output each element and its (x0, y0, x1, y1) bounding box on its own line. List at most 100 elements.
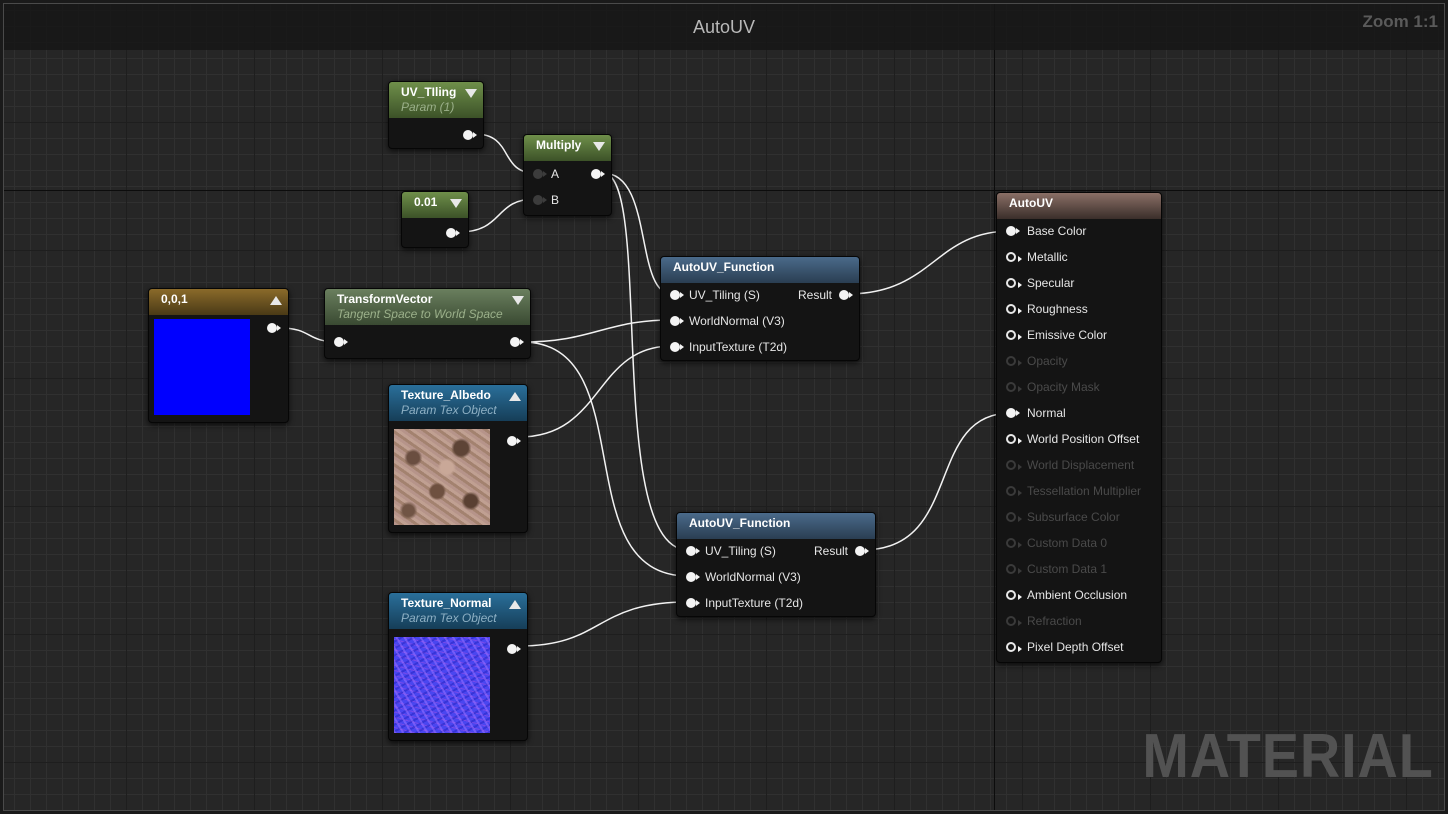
uv-tiling-param-node[interactable]: UV_TIling Param (1) (388, 81, 484, 149)
node-title: TransformVector (337, 292, 433, 306)
input-label: InputTexture (T2d) (689, 340, 788, 354)
material-input-pin (1006, 460, 1022, 470)
collapse-arrow-icon[interactable] (509, 392, 521, 401)
input-pin-world-normal[interactable] (670, 316, 684, 326)
collapse-arrow-icon[interactable] (465, 89, 477, 98)
material-graph-canvas[interactable]: AutoUV Zoom 1:1 MATERIAL UV_TIling Param… (3, 3, 1445, 811)
zoom-level-label: Zoom 1:1 (1362, 12, 1438, 31)
output-pin[interactable] (507, 436, 521, 446)
autouv-function-node-1[interactable]: AutoUV_Function UV_Tiling (S) Result Wor… (660, 256, 860, 361)
material-input-pin (1006, 538, 1022, 548)
material-input-pin (1006, 512, 1022, 522)
autouv-function-node-2[interactable]: AutoUV_Function UV_Tiling (S) Result Wor… (676, 512, 876, 617)
material-input-pin[interactable] (1006, 304, 1022, 314)
material-output-node[interactable]: AutoUV Base Color Metallic Specular Roughne… (996, 192, 1162, 663)
material-input-pin[interactable] (1006, 252, 1022, 262)
output-pin[interactable] (446, 228, 460, 238)
node-title: 0,0,1 (161, 292, 188, 306)
wire-normaltex-to-func2-texture (518, 601, 689, 647)
node-header: 0,0,1 (149, 289, 288, 315)
material-input-label: World Position Offset (1027, 432, 1140, 446)
material-input-label: Emissive Color (1027, 328, 1108, 342)
multiply-node[interactable]: Multiply A B (523, 134, 612, 216)
material-input-label: Pixel Depth Offset (1027, 640, 1124, 654)
output-pin[interactable] (463, 130, 477, 140)
node-title: AutoUV_Function (689, 516, 791, 530)
input-pin-input-texture[interactable] (670, 342, 684, 352)
input-label: UV_Tiling (S) (705, 544, 776, 558)
material-input-pin[interactable] (1006, 642, 1022, 652)
node-subtitle: Param (1) (401, 100, 455, 114)
material-input-pin[interactable] (1006, 434, 1022, 444)
material-input-label: Custom Data 0 (1027, 536, 1108, 550)
input-pin-world-normal[interactable] (686, 572, 700, 582)
output-pin[interactable] (591, 169, 605, 179)
material-input-label: Opacity (1027, 354, 1068, 368)
wire-transform-to-func2-normal (521, 341, 689, 577)
input-pin-uv-tiling[interactable] (686, 546, 700, 556)
output-pin[interactable] (267, 323, 281, 333)
output-pin[interactable] (507, 644, 521, 654)
node-header: AutoUV_Function (677, 513, 875, 539)
node-header: Texture_Albedo Param Tex Object (389, 385, 527, 421)
graph-origin-horizontal-axis (4, 190, 1444, 191)
constant-vector-node[interactable]: 0,0,1 (148, 288, 289, 423)
input-label: InputTexture (T2d) (705, 596, 804, 610)
material-input-pin[interactable] (1006, 278, 1022, 288)
material-input-pin (1006, 486, 1022, 496)
collapse-arrow-icon[interactable] (450, 199, 462, 208)
material-watermark: MATERIAL (1142, 722, 1434, 791)
input-pin-input-texture[interactable] (686, 598, 700, 608)
graph-title-bar: AutoUV (4, 4, 1444, 50)
output-label: Result (814, 544, 849, 558)
material-input-pin (1006, 382, 1022, 392)
texture-albedo-node[interactable]: Texture_Albedo Param Tex Object (388, 384, 528, 533)
output-pin-result[interactable] (839, 290, 853, 300)
node-title: AutoUV_Function (673, 260, 775, 274)
node-subtitle: Param Tex Object (401, 403, 497, 417)
collapse-arrow-icon[interactable] (270, 296, 282, 305)
material-input-pin[interactable] (1006, 590, 1022, 600)
graph-origin-vertical-axis (994, 4, 995, 810)
input-label: WorldNormal (V3) (705, 570, 801, 584)
node-header: 0.01 (402, 192, 468, 218)
material-input-label: Normal (1027, 406, 1066, 420)
input-pin-uv-tiling[interactable] (670, 290, 684, 300)
material-input-label: Roughness (1027, 302, 1088, 316)
input-label: UV_Tiling (S) (689, 288, 760, 302)
output-pin-result[interactable] (855, 546, 869, 556)
transform-vector-node[interactable]: TransformVector Tangent Space to World S… (324, 288, 531, 359)
graph-title: AutoUV (692, 16, 756, 37)
node-header: Texture_Normal Param Tex Object (389, 593, 527, 629)
material-input-label: Subsurface Color (1027, 510, 1120, 524)
output-label: Result (798, 288, 833, 302)
input-pin-b[interactable] (533, 195, 547, 205)
collapse-arrow-icon[interactable] (593, 142, 605, 151)
material-input-label: World Displacement (1027, 458, 1135, 472)
material-input-label: Ambient Occlusion (1027, 588, 1128, 602)
collapse-arrow-icon[interactable] (512, 296, 524, 305)
material-input-pin[interactable] (1006, 408, 1020, 418)
wire-albedo-to-func1-texture (518, 345, 673, 438)
wire-func1-to-basecolor (846, 230, 1012, 295)
material-input-label: Refraction (1027, 614, 1082, 628)
input-pin[interactable] (334, 337, 348, 347)
albedo-texture-thumbnail (394, 429, 490, 525)
wire-transform-to-func1-normal (521, 319, 673, 343)
material-input-label: Custom Data 1 (1027, 562, 1108, 576)
material-input-pin[interactable] (1006, 330, 1022, 340)
material-input-pin (1006, 356, 1022, 366)
collapse-arrow-icon[interactable] (509, 600, 521, 609)
material-input-pin[interactable] (1006, 226, 1020, 236)
constant-node-0-01[interactable]: 0.01 (401, 191, 469, 248)
wire-func2-to-normal (862, 412, 1012, 551)
material-input-pin (1006, 564, 1022, 574)
node-title: AutoUV (1009, 196, 1053, 210)
input-label: WorldNormal (V3) (689, 314, 785, 328)
node-subtitle: Param Tex Object (401, 611, 497, 625)
input-pin-a[interactable] (533, 169, 547, 179)
texture-normal-node[interactable]: Texture_Normal Param Tex Object (388, 592, 528, 741)
output-pin[interactable] (510, 337, 524, 347)
input-label-b: B (551, 193, 560, 207)
material-input-label: Base Color (1027, 224, 1087, 238)
